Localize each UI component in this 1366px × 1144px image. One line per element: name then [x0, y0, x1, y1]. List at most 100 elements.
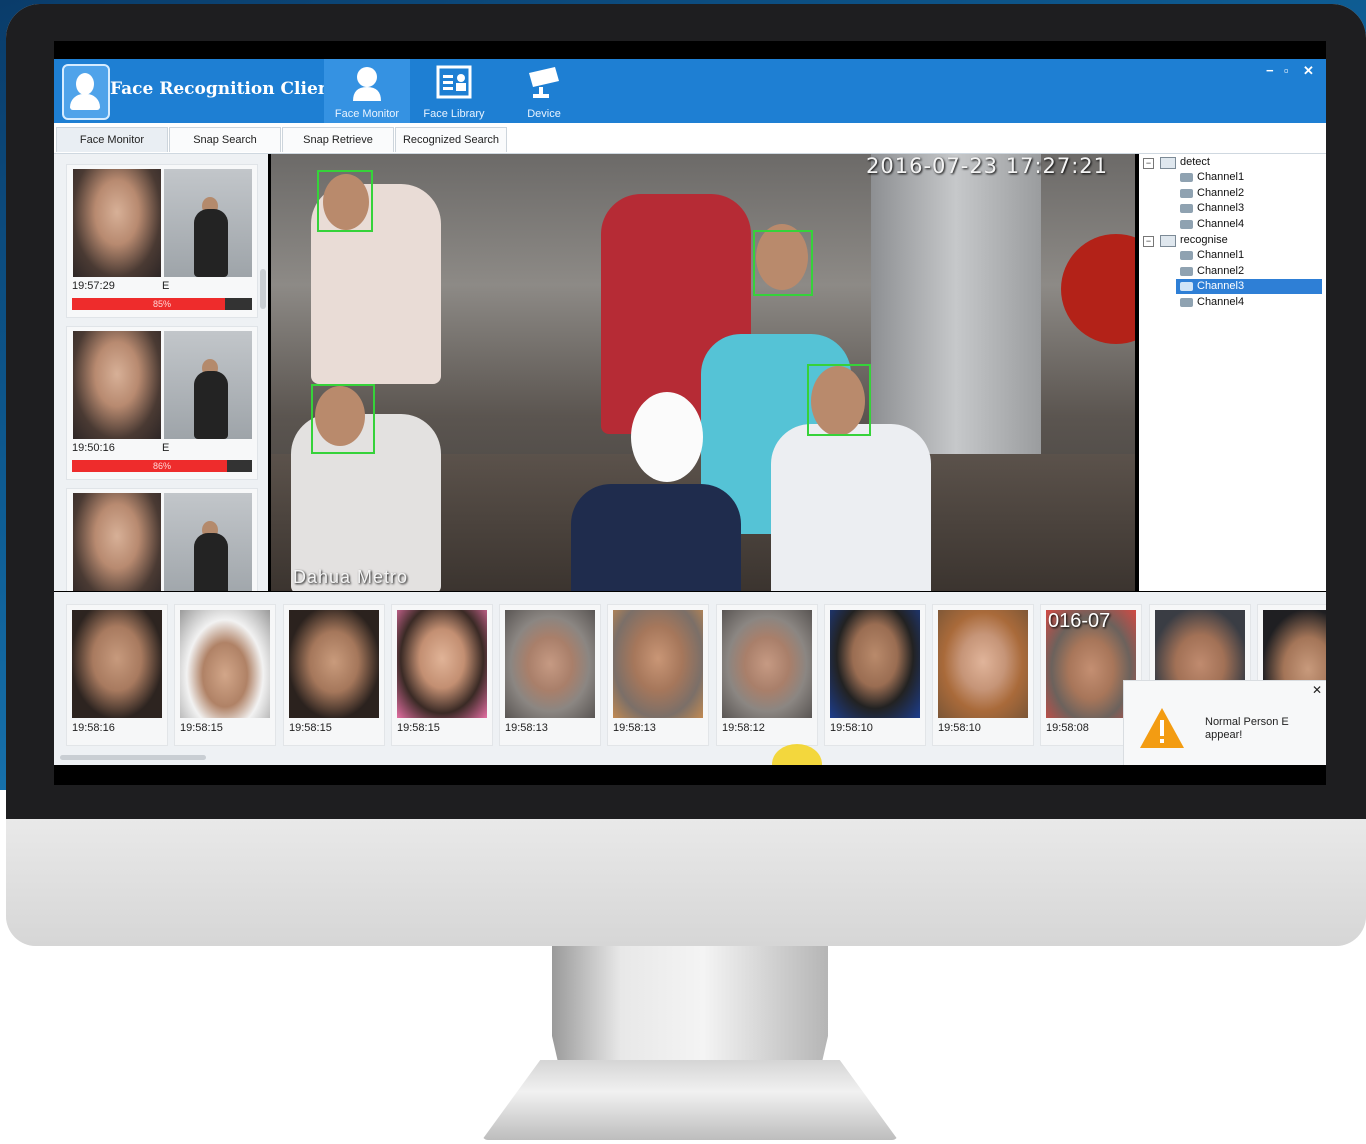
nav-face-library[interactable]: Face Library — [411, 59, 497, 123]
tab-snap-search[interactable]: Snap Search — [169, 127, 281, 152]
match-time: 19:57:29 — [72, 280, 115, 292]
snapshot-face — [938, 610, 1028, 718]
tab-recognized-search[interactable]: Recognized Search — [395, 127, 507, 152]
library-photo — [164, 331, 252, 439]
snapshot-thumb[interactable]: 19:58:15 — [283, 604, 385, 746]
notification-message: Normal Person E appear! — [1205, 716, 1289, 741]
restore-button[interactable]: ▫ — [1284, 63, 1289, 78]
camera-icon — [1180, 220, 1193, 229]
captured-face — [73, 493, 161, 591]
snapshot-time: 19:58:16 — [72, 722, 115, 734]
tree-item-detect-channel1[interactable]: Channel1 — [1197, 170, 1244, 185]
tree-item-detect-channel3[interactable]: Channel3 — [1197, 201, 1244, 216]
monitor-stand-base — [482, 1060, 898, 1140]
face-detection-box — [317, 170, 373, 232]
collapse-recognise-button[interactable]: − — [1143, 236, 1154, 247]
camera-icon — [1180, 189, 1193, 198]
tab-bar: Face Monitor Snap Search Snap Retrieve R… — [54, 123, 1326, 154]
snapshot-thumb[interactable]: 19:58:12 — [716, 604, 818, 746]
video-channel-name: Dahua Metro — [293, 567, 409, 587]
snapshot-face — [722, 610, 812, 718]
snapshot-time: 19:58:13 — [613, 722, 656, 734]
match-time: 19:50:16 — [72, 442, 115, 454]
library-photo — [164, 169, 252, 277]
camera-icon — [1180, 204, 1193, 213]
match-tag: E — [162, 442, 170, 454]
snapshot-face — [830, 610, 920, 718]
nav-face-library-label: Face Library — [423, 108, 485, 120]
snapshot-thumb[interactable]: 19:58:13 — [607, 604, 709, 746]
captured-face — [73, 169, 161, 277]
snapshot-time: 19:58:13 — [505, 722, 548, 734]
snapshot-thumb[interactable]: 19:58:13 — [499, 604, 601, 746]
nav-device[interactable]: Device — [501, 59, 587, 123]
live-video[interactable]: 2016-07-23 17:27:21 Dahua Metro — [271, 154, 1135, 591]
close-button[interactable]: ✕ — [1303, 63, 1314, 79]
tree-item-detect-channel4[interactable]: Channel4 — [1197, 217, 1244, 232]
camera-icon — [529, 67, 559, 98]
app-title: Face Recognition Client — [110, 79, 338, 99]
face-detection-box — [753, 230, 813, 296]
snapshot-time: 19:58:15 — [289, 722, 332, 734]
captured-face — [73, 331, 161, 439]
nav-face-monitor[interactable]: Face Monitor — [324, 59, 410, 123]
camera-icon — [1180, 267, 1193, 276]
tree-item-recognise-channel3[interactable]: Channel3 — [1176, 279, 1322, 294]
nav-face-monitor-label: Face Monitor — [334, 108, 400, 120]
tab-snap-retrieve[interactable]: Snap Retrieve — [282, 127, 394, 152]
metro-sign — [1061, 234, 1135, 344]
snapshot-time: 19:58:10 — [830, 722, 873, 734]
library-photo — [164, 493, 252, 591]
notification-toast: ✕ Normal Person E appear! — [1123, 680, 1326, 767]
tree-group-recognise[interactable]: recognise — [1180, 233, 1228, 248]
match-list-scrollbar[interactable] — [260, 269, 266, 309]
snapshot-time: 19:58:15 — [180, 722, 223, 734]
similarity-bar: 85% — [72, 298, 252, 310]
snapshot-thumb[interactable]: 19:58:10 — [824, 604, 926, 746]
snapshot-thumb[interactable]: 19:58:15 — [391, 604, 493, 746]
similarity-label: 86% — [152, 461, 171, 471]
app-window: Face Recognition Client Face Monitor Fac… — [54, 41, 1326, 785]
snapshot-strip-scrollbar[interactable] — [60, 755, 206, 760]
nav-device-label: Device — [527, 108, 561, 120]
notification-close-button[interactable]: ✕ — [1312, 683, 1322, 697]
tree-group-detect[interactable]: detect — [1180, 155, 1210, 170]
similarity-label: 85% — [152, 299, 171, 309]
tree-item-recognise-channel4[interactable]: Channel4 — [1197, 295, 1244, 310]
camera-icon — [1180, 298, 1193, 307]
snapshot-time: 19:58:08 — [1046, 722, 1089, 734]
id-card-icon — [436, 65, 472, 99]
match-card[interactable]: 19:57:29 E 85% — [66, 164, 258, 318]
person — [771, 424, 931, 591]
match-card[interactable]: 19:50:16 E 86% — [66, 326, 258, 480]
snapshot-thumb[interactable]: 19:58:16 — [66, 604, 168, 746]
collapse-detect-button[interactable]: − — [1143, 158, 1154, 169]
camera-icon — [1180, 282, 1193, 291]
tree-item-detect-channel2[interactable]: Channel2 — [1197, 186, 1244, 201]
tree-item-recognise-channel1[interactable]: Channel1 — [1197, 248, 1244, 263]
match-card[interactable] — [66, 488, 258, 591]
tab-face-monitor[interactable]: Face Monitor — [56, 127, 168, 152]
minimize-button[interactable]: − — [1266, 63, 1274, 78]
snapshot-time: 19:58:12 — [722, 722, 765, 734]
snapshot-face — [613, 610, 703, 718]
snapshot-thumb[interactable]: 19:58:10 — [932, 604, 1034, 746]
warning-icon — [1140, 708, 1184, 748]
snapshot-face — [180, 610, 270, 718]
title-bar: Face Recognition Client Face Monitor Fac… — [54, 59, 1326, 123]
camera-icon — [1180, 251, 1193, 260]
face-detection-box — [311, 384, 375, 454]
snapshot-face — [289, 610, 379, 718]
match-tag: E — [162, 280, 170, 292]
snapshot-thumb[interactable]: 19:58:15 — [174, 604, 276, 746]
screen-bottom-border — [54, 765, 1326, 785]
channel-tree: − detect Channel1 Channel2 Channel3 Chan… — [1139, 154, 1326, 591]
computer-icon — [1160, 157, 1176, 169]
person-head — [631, 392, 703, 482]
person-icon — [353, 67, 381, 101]
snapshot-face — [505, 610, 595, 718]
match-list: 19:57:29 E 85% 19:50:16 E 86% — [54, 154, 268, 591]
tree-item-recognise-channel2[interactable]: Channel2 — [1197, 264, 1244, 279]
video-timestamp: 2016-07-23 17:27:21 — [866, 154, 1109, 178]
snapshot-time: 19:58:15 — [397, 722, 440, 734]
